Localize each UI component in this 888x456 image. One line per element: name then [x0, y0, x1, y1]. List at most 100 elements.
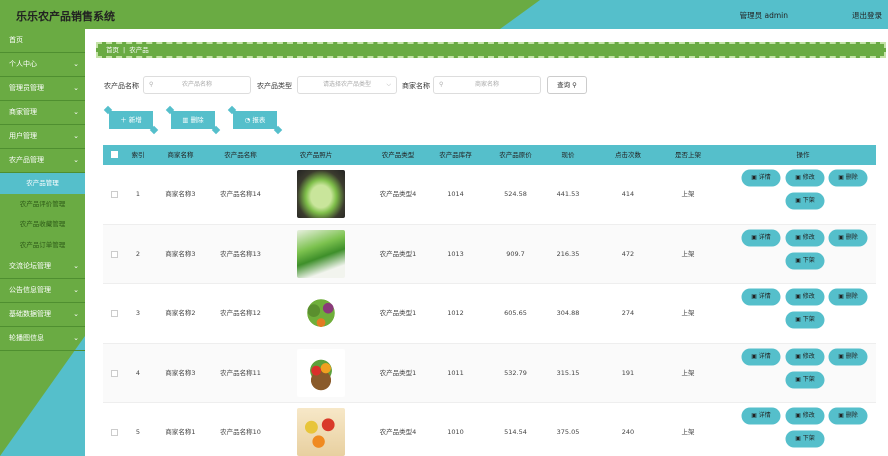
detail-button[interactable]: ▣ 详情: [743, 409, 779, 423]
detail-button[interactable]: ▣ 详情: [743, 171, 779, 185]
table-row: 1 商家名称3 农产品名称14 农产品类型4 1014 524.58 441.53 414 上架…: [103, 165, 876, 225]
sidebar-subitem-1[interactable]: 农产品评价管理: [0, 194, 85, 215]
row-checkbox[interactable]: [111, 250, 118, 258]
delete-button[interactable]: ▣ 删除: [830, 230, 866, 245]
delete-button[interactable]: ▣ 删除: [830, 409, 866, 423]
product-image[interactable]: [297, 229, 345, 278]
col-photo: 农产品照片: [299, 151, 333, 159]
sidebar-subitem-3[interactable]: 农产品订单管理: [0, 235, 85, 256]
file-icon: ▣: [751, 233, 757, 241]
cell-stock: 1011: [447, 368, 464, 377]
edit-button[interactable]: ▣ 修改: [787, 230, 823, 245]
edit-button[interactable]: ▣ 修改: [787, 349, 823, 364]
chevron-down-icon: ⌄: [73, 108, 79, 116]
cell-orig-price: 532.79: [504, 368, 527, 377]
cell-price: 441.53: [556, 190, 580, 198]
product-image[interactable]: [297, 408, 345, 456]
sidebar-subitem-0[interactable]: 农产品管理: [0, 173, 85, 194]
cell-index: 5: [135, 428, 141, 436]
sidebar-item-after-0[interactable]: 交流论坛管理 ⌄: [0, 255, 85, 279]
row-checkbox[interactable]: [111, 191, 118, 198]
sidebar-item-after-3[interactable]: 轮播图信息 ⌄: [0, 327, 85, 351]
chevron-down-icon: ⌄: [73, 156, 79, 164]
detail-button[interactable]: ▣ 详情: [743, 230, 779, 245]
sidebar-item-3[interactable]: 商家管理 ⌄: [0, 101, 85, 125]
sidebar-item-0[interactable]: 首页: [0, 29, 85, 53]
row-actions: ▣ 详情 ▣ 修改 ▣ 删除 ▣ 下架: [743, 403, 876, 456]
row-checkbox[interactable]: [111, 429, 118, 436]
row-checkbox[interactable]: [111, 369, 118, 377]
cell-merchant: 商家名称2: [165, 309, 196, 317]
trash-icon: ▣: [838, 174, 844, 181]
sidebar-item-1[interactable]: 个人中心 ⌄: [0, 53, 85, 77]
cell-stock: 1012: [447, 309, 464, 317]
cell-orig-price: 909.7: [506, 249, 525, 258]
off-shelf-button[interactable]: ▣ 下架: [787, 253, 823, 268]
delete-button[interactable]: ▣ 删除: [830, 290, 866, 304]
product-image[interactable]: [297, 348, 345, 397]
logout-link[interactable]: 退出登录: [852, 10, 882, 21]
delete-button[interactable]: ▥ 删除: [171, 111, 215, 129]
col-name: 农产品名称: [224, 151, 257, 159]
delete-button[interactable]: ▣ 删除: [830, 349, 866, 364]
query-button[interactable]: 查询 ⚲: [547, 76, 587, 94]
table-row: 4 商家名称3 农产品名称11 农产品类型1 1011 532.79 315.15 191 上架…: [103, 343, 876, 403]
menu-label: 个人中心: [9, 60, 37, 68]
edit-button[interactable]: ▣ 修改: [787, 171, 823, 185]
breadcrumb-home[interactable]: 首页: [106, 46, 119, 54]
cell-clicks: 472: [621, 249, 635, 258]
off-shelf-button[interactable]: ▣ 下架: [787, 194, 823, 208]
cell-stock: 1014: [447, 190, 464, 198]
cell-type: 农产品类型1: [379, 249, 417, 258]
cell-merchant: 商家名称3: [165, 368, 196, 377]
chevron-down-icon: ⌄: [73, 286, 79, 294]
sidebar-item-4[interactable]: 用户管理 ⌄: [0, 125, 85, 149]
sidebar-item-after-1[interactable]: 公告信息管理 ⌄: [0, 279, 85, 303]
select-all-checkbox[interactable]: [111, 151, 118, 158]
sidebar-item-5[interactable]: 农产品管理 ⌄: [0, 149, 85, 173]
sidebar-item-2[interactable]: 管理员管理 ⌄: [0, 77, 85, 101]
action-buttons: ＋ 新增 ▥ 删除 ◔ 报表: [109, 111, 409, 129]
edit-button[interactable]: ▣ 修改: [787, 409, 823, 423]
product-image[interactable]: [297, 170, 345, 218]
product-image[interactable]: [297, 289, 345, 337]
file-icon: ▣: [751, 293, 757, 300]
menu-label: 交流论坛管理: [9, 262, 51, 270]
detail-button[interactable]: ▣ 详情: [743, 349, 779, 364]
table-row: 2 商家名称3 农产品名称13 农产品类型1 1013 909.7 216.35 472 上架 ▣…: [103, 224, 876, 284]
trash-icon: ▥: [182, 116, 189, 124]
cell-price: 304.88: [556, 309, 580, 317]
delete-button[interactable]: ▣ 删除: [830, 171, 866, 185]
cell-status: 上架: [681, 190, 695, 198]
off-shelf-button[interactable]: ▣ 下架: [787, 432, 823, 446]
edit-button[interactable]: ▣ 修改: [787, 290, 823, 304]
table-body: 1 商家名称3 农产品名称14 农产品类型4 1014 524.58 441.53 414 上架…: [103, 165, 876, 456]
chevron-down-icon: ⌵: [386, 81, 391, 88]
cell-name: 农产品名称11: [220, 368, 261, 377]
chevron-down-icon: ⌄: [73, 262, 79, 270]
add-button[interactable]: ＋ 新增: [109, 111, 153, 129]
menu-label: 公告信息管理: [9, 286, 51, 294]
cell-merchant: 商家名称1: [165, 428, 196, 436]
row-checkbox[interactable]: [111, 310, 118, 317]
chevron-down-icon: ⌄: [73, 132, 79, 140]
col-type: 农产品类型: [381, 151, 415, 159]
off-shelf-button[interactable]: ▣ 下架: [787, 313, 823, 327]
box-icon: ▣: [795, 375, 801, 383]
cell-type: 农产品类型4: [379, 428, 417, 436]
sidebar-subitem-2[interactable]: 农产品收藏管理: [0, 214, 85, 235]
cell-price: 315.15: [556, 368, 580, 377]
cell-name: 农产品名称10: [220, 428, 261, 436]
product-name-input[interactable]: ⚲ 农产品名称: [143, 76, 251, 94]
sidebar-item-after-2[interactable]: 基础数据管理 ⌄: [0, 303, 85, 327]
cell-index: 3: [135, 309, 141, 317]
detail-button[interactable]: ▣ 详情: [743, 290, 779, 304]
chevron-down-icon: ⌄: [73, 334, 79, 342]
file-icon: ▣: [751, 352, 757, 360]
search-icon: ⚲: [572, 81, 577, 89]
report-button[interactable]: ◔ 报表: [233, 111, 277, 129]
cell-orig-price: 605.65: [504, 309, 527, 317]
product-type-select[interactable]: 请选择农产品类型 ⌵: [297, 76, 397, 94]
merchant-name-input[interactable]: ⚲ 商家名称: [433, 76, 541, 94]
off-shelf-button[interactable]: ▣ 下架: [787, 372, 823, 387]
